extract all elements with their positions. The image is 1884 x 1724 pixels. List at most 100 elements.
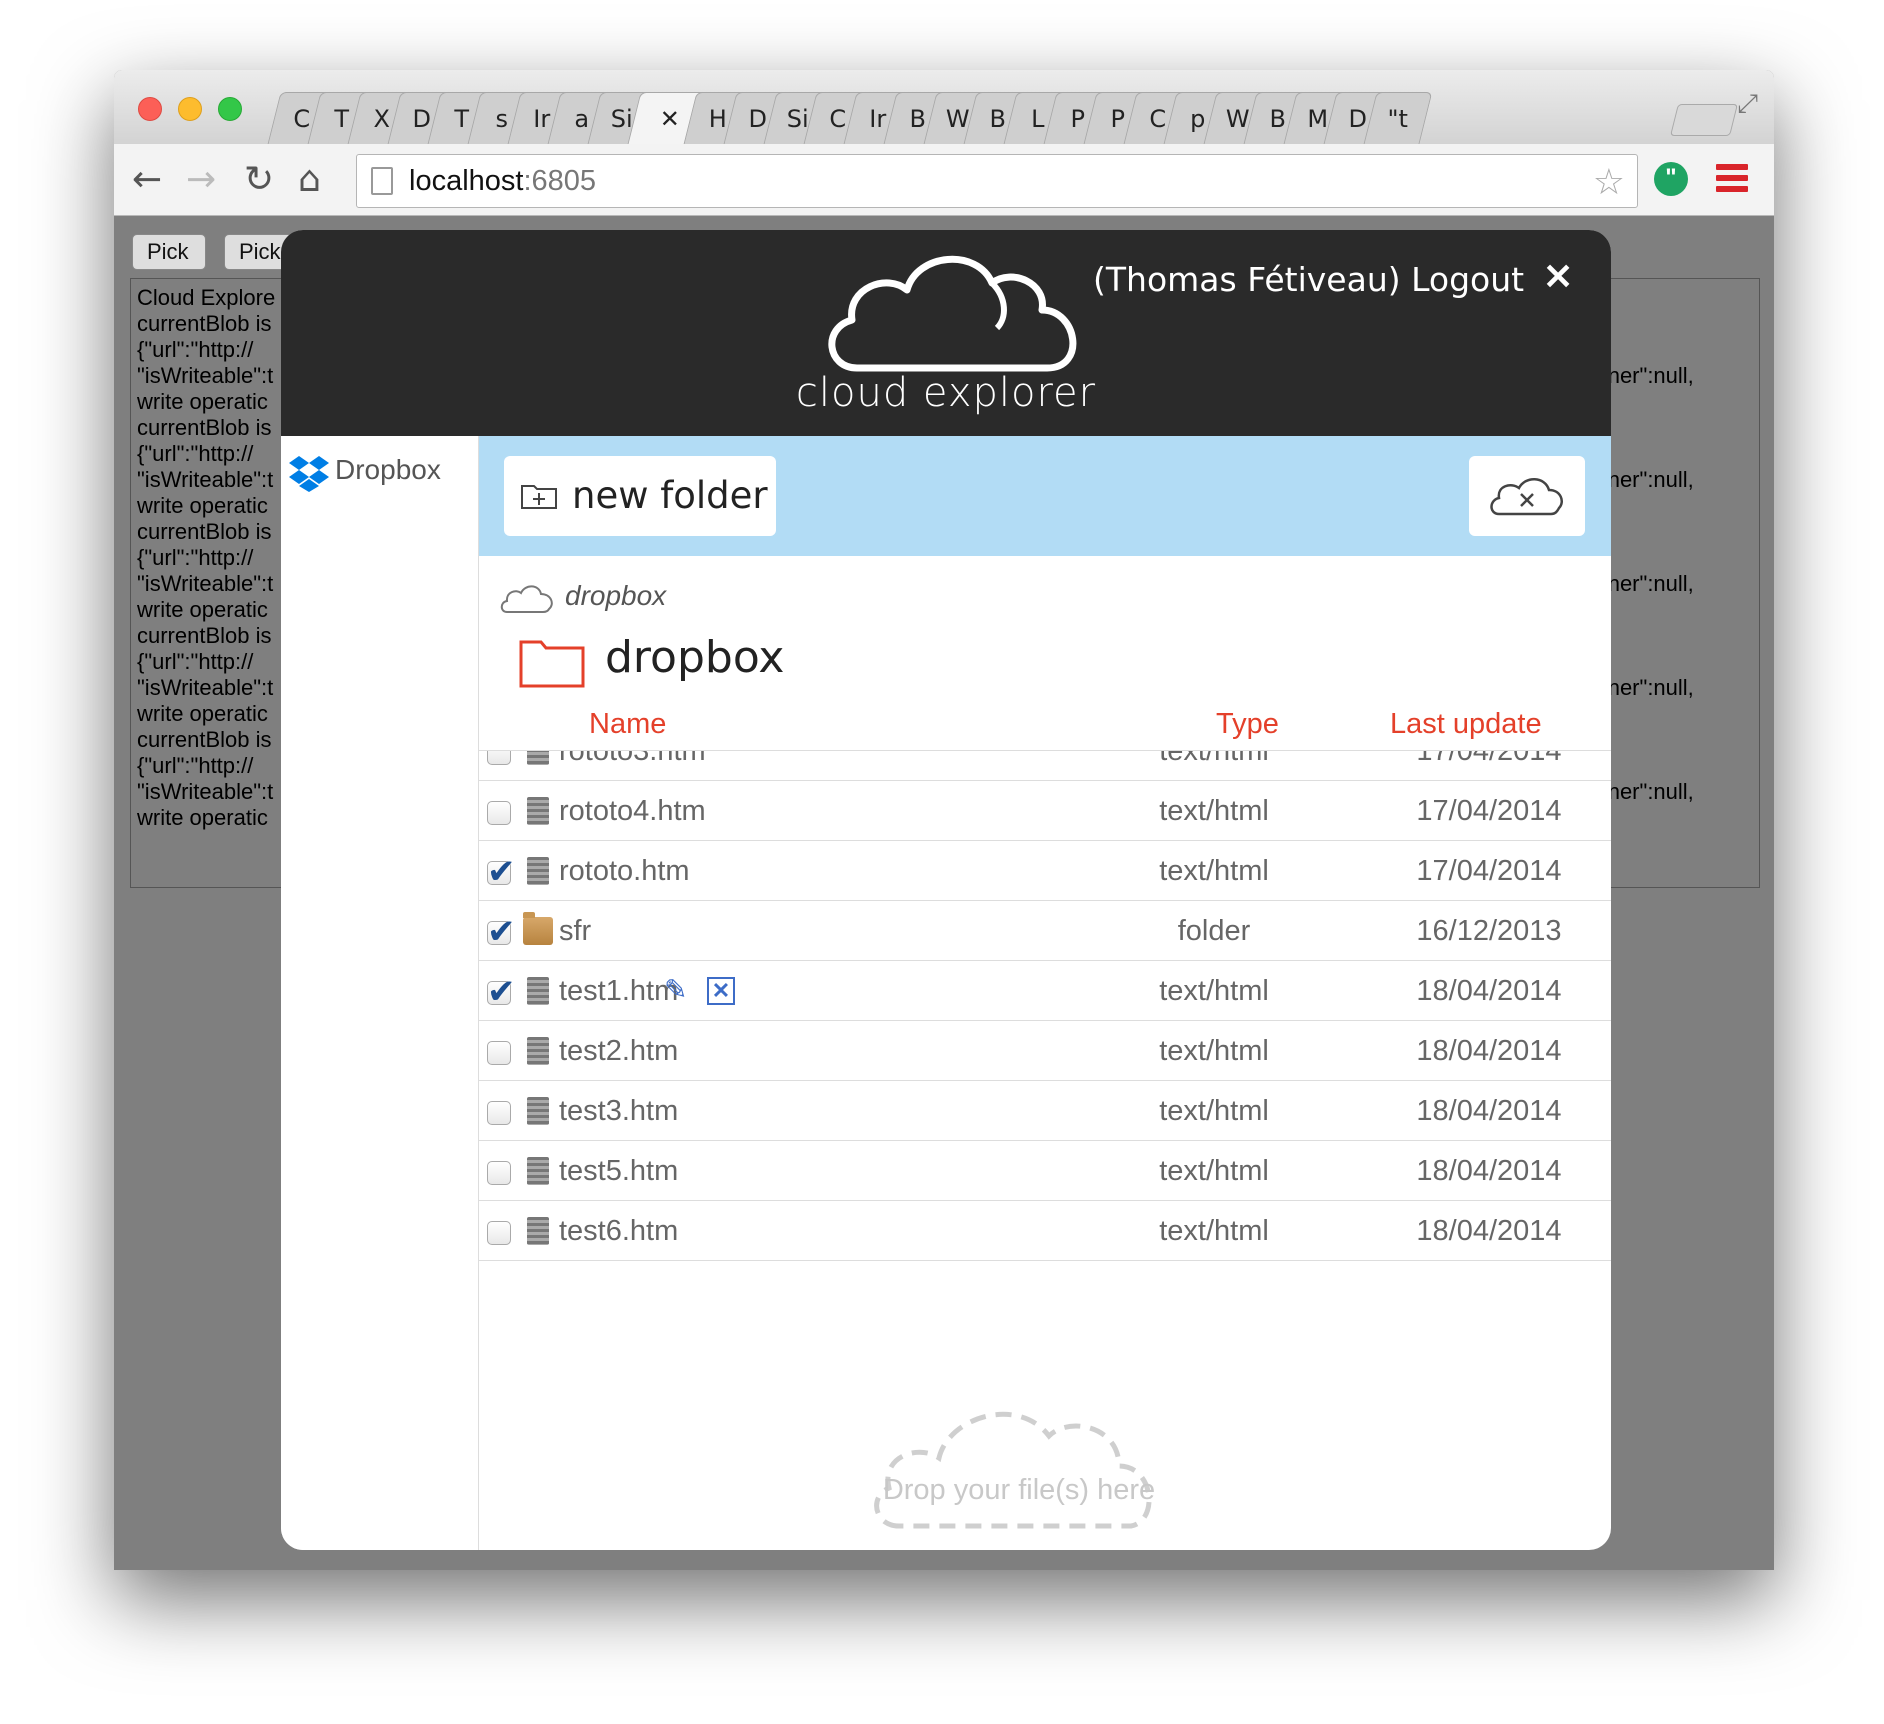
file-last-update: 16/12/2013 (1416, 915, 1562, 947)
file-type: text/html (1159, 1215, 1269, 1247)
file-icon (527, 797, 549, 825)
column-header-last-update[interactable]: Last update (1390, 708, 1542, 741)
dashed-cloud-icon (874, 1411, 1152, 1529)
file-name[interactable]: test6.htm (559, 1215, 678, 1248)
delete-icon[interactable]: ✕ (707, 977, 735, 1005)
file-name[interactable]: rototo4.htm (559, 795, 706, 828)
row-checkbox[interactable] (487, 801, 511, 825)
breadcrumb-label: dropbox (565, 580, 667, 611)
fullscreen-icon[interactable]: ⤢ (1737, 88, 1758, 120)
window-maximize-button[interactable] (218, 97, 242, 121)
file-row[interactable]: rototo4.htm text/html 17/04/2014 (479, 781, 1611, 841)
row-checkbox[interactable] (487, 751, 511, 765)
cloud-disconnect-icon (1490, 478, 1563, 516)
tab-27[interactable]: "t (1363, 92, 1433, 144)
title-bar: C T X D Ts Ir a Si ✕ H D Si C Ir B W B L P P Cp W B M D "t ⤢ (114, 70, 1774, 144)
browser-window: C T X D Ts Ir a Si ✕ H D Si C Ir B W B L P P Cp W B M D "t ⤢ ← → … (114, 70, 1774, 1570)
folder-icon (523, 912, 553, 945)
file-row[interactable]: test6.htm text/html 18/04/2014 (479, 1201, 1611, 1261)
file-type: text/html (1159, 1155, 1269, 1187)
drop-zone-label: Drop your file(s) here (882, 1474, 1156, 1506)
file-icon (527, 1097, 549, 1125)
forward-arrow-icon[interactable]: → (186, 158, 216, 202)
address-bar[interactable]: localhost:6805 ☆ (356, 154, 1638, 208)
home-icon[interactable]: ⌂ (298, 158, 321, 202)
row-checkbox[interactable] (487, 972, 516, 1012)
file-name[interactable]: test3.htm (559, 1095, 678, 1128)
row-checkbox[interactable] (487, 1041, 511, 1065)
close-icon[interactable]: ✕ (1543, 256, 1573, 298)
column-header-type[interactable]: Type (1216, 708, 1279, 741)
file-icon (527, 751, 549, 765)
file-name[interactable]: test1.htm (559, 975, 678, 1008)
row-checkbox[interactable] (487, 852, 516, 892)
row-checkbox[interactable] (487, 1221, 511, 1245)
file-type: text/html (1159, 1095, 1269, 1127)
tab-strip: C T X D Ts Ir a Si ✕ H D Si C Ir B W B L P P Cp W B M D "t (267, 92, 1674, 144)
services-sidebar: Dropbox (281, 436, 479, 1550)
file-last-update: 18/04/2014 (1416, 1155, 1562, 1187)
new-folder-button[interactable]: new folder (504, 456, 776, 536)
file-type: folder (1177, 915, 1251, 947)
url-host: localhost (409, 165, 524, 197)
file-name[interactable]: test5.htm (559, 1155, 678, 1188)
file-name[interactable]: test2.htm (559, 1035, 678, 1068)
file-icon (527, 1037, 549, 1065)
file-row[interactable]: test5.htm text/html 18/04/2014 (479, 1141, 1611, 1201)
url-port: :6805 (523, 165, 597, 197)
reload-icon[interactable]: ↻ (244, 158, 274, 202)
file-icon (527, 977, 549, 1005)
rename-pencil-icon[interactable]: ✎ (664, 973, 687, 1006)
new-folder-icon (521, 485, 557, 509)
row-checkbox[interactable] (487, 1101, 511, 1125)
disconnect-button[interactable] (1469, 456, 1585, 536)
cloud-logo-icon (828, 256, 1077, 372)
file-name[interactable]: rototo.htm (559, 855, 690, 888)
window-close-button[interactable] (138, 97, 162, 121)
brand-text: cloud explorer (795, 370, 1097, 416)
folder-icon (519, 640, 585, 688)
row-checkbox[interactable] (487, 1161, 511, 1185)
file-type: text/html (1159, 795, 1269, 827)
file-type: text/html (1159, 975, 1269, 1007)
file-row[interactable]: rototo3.htm text/html 17/04/2014 (479, 751, 1611, 781)
file-row[interactable]: rototo.htm text/html 17/04/2014 (479, 841, 1611, 901)
back-arrow-icon[interactable]: ← (132, 158, 162, 202)
file-icon (527, 1217, 549, 1245)
cloud-icon (500, 585, 553, 613)
row-checkbox[interactable] (487, 912, 516, 952)
new-tab-button[interactable] (1670, 104, 1738, 136)
bookmark-star-icon[interactable]: ☆ (1593, 161, 1625, 203)
hangouts-icon[interactable]: " (1654, 162, 1688, 196)
file-type: text/html (1159, 855, 1269, 887)
file-last-update: 17/04/2014 (1416, 795, 1562, 827)
file-row[interactable]: sfr folder 16/12/2013 (479, 901, 1611, 961)
action-bar: new folder (479, 436, 1611, 556)
file-row[interactable]: test3.htm text/html 18/04/2014 (479, 1081, 1611, 1141)
page-icon (371, 167, 393, 195)
folder-title: dropbox (605, 632, 785, 683)
logout-link[interactable]: (Thomas Fétiveau) Logout (1093, 260, 1524, 299)
hamburger-menu-icon[interactable] (1716, 164, 1748, 194)
file-row[interactable]: test1.htm✎ ✕ text/html 18/04/2014 (479, 961, 1611, 1021)
file-name[interactable]: rototo3.htm (559, 751, 706, 768)
drop-zone[interactable]: Drop your file(s) here (869, 1396, 1169, 1546)
file-last-update: 18/04/2014 (1416, 1095, 1562, 1127)
file-icon (527, 1157, 549, 1185)
file-last-update: 17/04/2014 (1416, 751, 1562, 767)
file-type: text/html (1159, 1035, 1269, 1067)
file-last-update: 18/04/2014 (1416, 1035, 1562, 1067)
url-text[interactable]: localhost:6805 (409, 165, 596, 198)
file-list: rototo3.htm text/html 17/04/2014 rototo4.ht… (479, 751, 1611, 1367)
file-icon (527, 857, 549, 885)
column-header-name[interactable]: Name (589, 708, 666, 741)
file-browser: new folder dropbox dropbox Name Type Las… (479, 436, 1611, 1550)
file-row[interactable]: test2.htm text/html 18/04/2014 (479, 1021, 1611, 1081)
new-folder-label: new folder (572, 474, 768, 517)
modal-header: cloud explorer (Thomas Fétiveau) Logout … (281, 230, 1611, 436)
window-minimize-button[interactable] (178, 97, 202, 121)
file-last-update: 17/04/2014 (1416, 855, 1562, 887)
file-name[interactable]: sfr (559, 915, 591, 948)
pick-button-1[interactable]: Pick (132, 234, 206, 270)
tab-label: "t (1387, 105, 1408, 133)
